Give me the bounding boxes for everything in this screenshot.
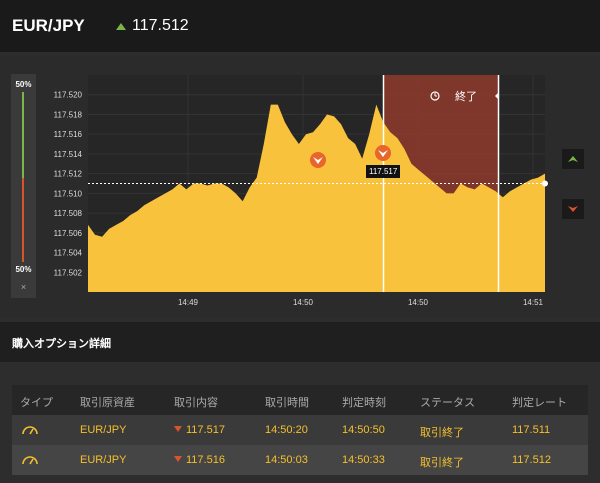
row-content: 117.516: [174, 454, 225, 466]
x-tick-label: 14:50: [293, 298, 314, 307]
row-time: 14:50:20: [265, 424, 308, 436]
gauge-icon: [20, 452, 40, 469]
col-judge-time: 判定時刻: [342, 397, 386, 409]
current-rate-dot: [542, 180, 548, 187]
col-time: 取引時間: [265, 397, 309, 409]
table-row[interactable]: EUR/JPY 117.517 14:50:20 14:50:50 取引終了 1…: [12, 415, 588, 445]
col-asset: 取引原資産: [80, 397, 135, 409]
x-tick-label: 14:51: [523, 298, 544, 307]
down-arrow-icon: [174, 456, 182, 462]
y-tick-label: 117.508: [54, 209, 83, 218]
col-content: 取引内容: [174, 397, 218, 409]
down-arrow-icon: [568, 206, 578, 212]
row-content: 117.517: [174, 424, 225, 436]
table-row[interactable]: EUR/JPY 117.516 14:50:03 14:50:33 取引終了 1…: [12, 445, 588, 475]
col-rate: 判定レート: [512, 397, 567, 409]
y-tick-label: 117.514: [54, 150, 83, 159]
x-tick-label: 14:50: [408, 298, 429, 307]
row-judge-time: 14:50:33: [342, 454, 385, 466]
y-tick-label: 117.510: [54, 189, 83, 198]
gauge-icon: [20, 422, 40, 439]
up-arrow-icon: [568, 156, 578, 162]
price-tooltip: 117.517: [366, 165, 401, 178]
trading-app: EUR/JPY 117.512 50% 50% × 117.520 117.518…: [0, 0, 600, 483]
row-judge-time: 14:50:50: [342, 424, 385, 436]
y-tick-label: 117.504: [54, 249, 83, 258]
buy-up-button[interactable]: [562, 149, 584, 169]
y-tick-label: 117.512: [54, 170, 83, 179]
row-time: 14:50:03: [265, 454, 308, 466]
table-header: タイプ 取引原資産 取引内容 取引時間 判定時刻 ステータス 判定レート: [12, 385, 588, 415]
section-title: 購入オプション詳細: [12, 338, 111, 350]
entry-marker-1: [310, 152, 326, 168]
options-table: タイプ 取引原資産 取引内容 取引時間 判定時刻 ステータス 判定レート EUR…: [12, 385, 588, 475]
purchase-details-header: 購入オプション詳細: [0, 322, 600, 362]
y-tick-label: 117.518: [54, 110, 83, 119]
col-type: タイプ: [20, 397, 53, 409]
row-rate: 117.511: [512, 424, 551, 436]
x-tick-label: 14:49: [178, 298, 199, 307]
y-tick-label: 117.502: [54, 268, 83, 277]
row-asset: EUR/JPY: [80, 424, 127, 436]
row-status: 取引終了: [420, 427, 464, 439]
expiry-label: 終了: [455, 89, 477, 103]
row-rate: 117.512: [512, 454, 551, 466]
buy-down-button[interactable]: [562, 199, 584, 219]
entry-marker-2: [375, 145, 391, 161]
price-chart: 117.520 117.518 117.516 117.514 117.512 117.5…: [54, 75, 548, 307]
row-status: 取引終了: [420, 457, 464, 469]
y-tick-label: 117.516: [54, 130, 83, 139]
y-tick-label: 117.506: [54, 229, 83, 238]
col-status: ステータス: [420, 397, 475, 409]
row-asset: EUR/JPY: [80, 454, 127, 466]
down-arrow-icon: [174, 426, 182, 432]
y-tick-label: 117.520: [54, 91, 83, 100]
